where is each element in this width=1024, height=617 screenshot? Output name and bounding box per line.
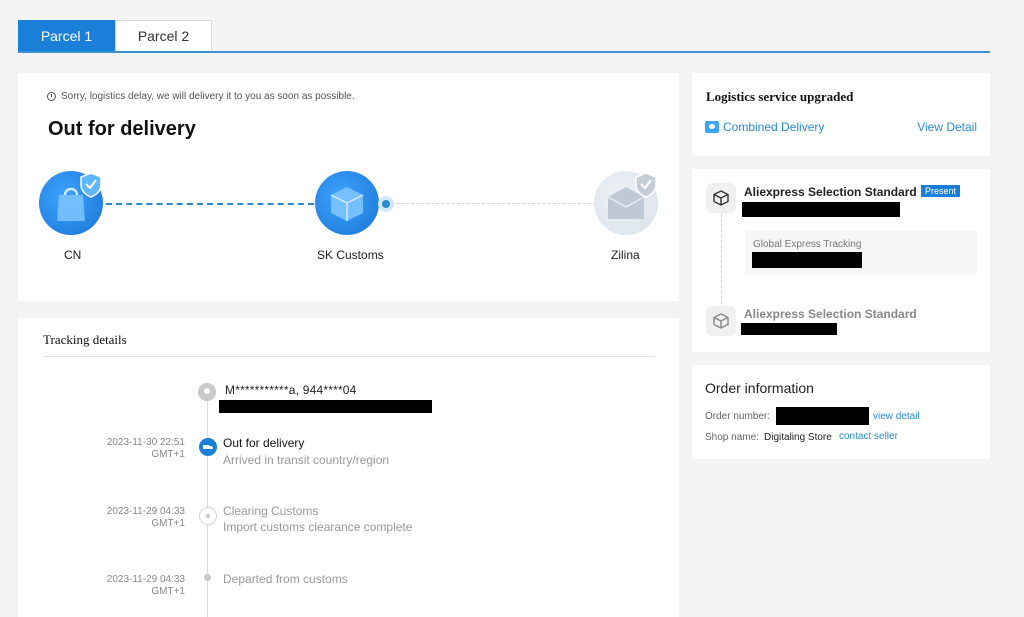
delivery-address: M***********a, 944****04 — [225, 383, 357, 397]
progress-line-completed — [106, 203, 314, 205]
contact-seller-link[interactable]: contact seller — [839, 431, 898, 442]
combined-delivery[interactable]: Combined Delivery — [705, 120, 824, 134]
timeline-dot — [204, 574, 211, 581]
global-express-tracking-label: Global Express Tracking — [753, 239, 862, 250]
secondary-service-name: Aliexpress Selection Standard — [744, 307, 917, 321]
current-position-dot — [378, 196, 394, 212]
combined-delivery-label: Combined Delivery — [723, 120, 825, 134]
event-title: Clearing Customs — [223, 504, 319, 518]
service-connector-line — [721, 214, 722, 314]
clock-icon — [47, 92, 56, 101]
location-pin-icon — [198, 383, 216, 401]
package-icon-muted — [706, 306, 736, 336]
delay-notice-text: Sorry, logistics delay, we will delivery… — [61, 91, 355, 102]
event-date: 2023-11-30 22:51 — [106, 437, 185, 448]
tab-parcel-2[interactable]: Parcel 2 — [115, 20, 212, 51]
shipping-services-card: Aliexpress Selection Standard Present Gl… — [692, 169, 990, 352]
logistics-upgrade-title: Logistics service upgraded — [706, 89, 854, 104]
redacted-address-line — [219, 400, 432, 413]
event-time: 2023-11-30 22:51 GMT+1 — [65, 437, 185, 461]
stage-cn-node — [39, 171, 103, 235]
stage-label-sk-customs: SK Customs — [317, 248, 384, 262]
customs-icon — [199, 507, 217, 525]
delivery-status-card: Sorry, logistics delay, we will delivery… — [18, 73, 679, 301]
order-view-detail-link[interactable]: view detail — [873, 411, 920, 422]
event-time: 2023-11-29 04:33 GMT+1 — [65, 574, 185, 598]
shop-name-label: Shop name: — [705, 432, 759, 443]
redacted-order-number — [776, 407, 869, 425]
order-number-label: Order number: — [705, 411, 771, 422]
event-date: 2023-11-29 04:33 — [106, 506, 185, 517]
redacted-secondary-tracking — [741, 323, 837, 335]
delay-notice: Sorry, logistics delay, we will delivery… — [47, 91, 355, 102]
package-icon — [706, 183, 736, 213]
primary-service-name: Aliexpress Selection Standard — [744, 185, 917, 199]
stage-zilina-node — [594, 171, 658, 235]
check-badge-icon — [80, 172, 102, 198]
shop-name-value: Digitaling Store — [764, 432, 832, 443]
stage-label-zilina: Zilina — [611, 248, 640, 262]
delivery-status-title: Out for delivery — [48, 118, 196, 140]
stage-sk-customs-node — [315, 171, 379, 235]
present-badge: Present — [921, 185, 961, 197]
tabs-underline — [18, 51, 990, 53]
progress-line-pending — [396, 203, 596, 204]
tracking-details-card: Tracking details M***********a, 944****0… — [18, 318, 679, 617]
event-timezone: GMT+1 — [151, 518, 185, 529]
event-timezone: GMT+1 — [151, 586, 185, 597]
event-timezone: GMT+1 — [151, 449, 185, 460]
tab-parcel-1[interactable]: Parcel 1 — [18, 20, 115, 51]
stage-label-cn: CN — [64, 248, 82, 262]
logistics-upgrade-card: Logistics service upgraded Combined Deli… — [692, 73, 990, 156]
package-icon — [330, 187, 364, 221]
global-express-tracking-box: Global Express Tracking — [745, 230, 977, 275]
event-subtitle: Import customs clearance complete — [223, 520, 413, 534]
check-badge-icon-pending — [635, 172, 657, 198]
view-detail-link[interactable]: View Detail — [917, 120, 977, 134]
event-subtitle: Arrived in transit country/region — [223, 453, 390, 467]
delivery-truck-icon — [199, 438, 217, 456]
event-title: Departed from customs — [223, 572, 348, 586]
tracking-details-title: Tracking details — [43, 332, 127, 347]
parcel-tabs: Parcel 1 Parcel 2 — [18, 20, 990, 53]
event-date: 2023-11-29 04:33 — [106, 574, 185, 585]
tracking-divider — [43, 356, 655, 357]
redacted-global-tracking-number — [752, 252, 862, 268]
order-information-card: Order information Order number: view det… — [692, 365, 990, 459]
order-information-title: Order information — [705, 380, 814, 396]
event-time: 2023-11-29 04:33 GMT+1 — [65, 506, 185, 530]
combined-delivery-icon — [705, 121, 719, 133]
event-title: Out for delivery — [223, 436, 305, 450]
redacted-tracking-number — [742, 202, 900, 217]
